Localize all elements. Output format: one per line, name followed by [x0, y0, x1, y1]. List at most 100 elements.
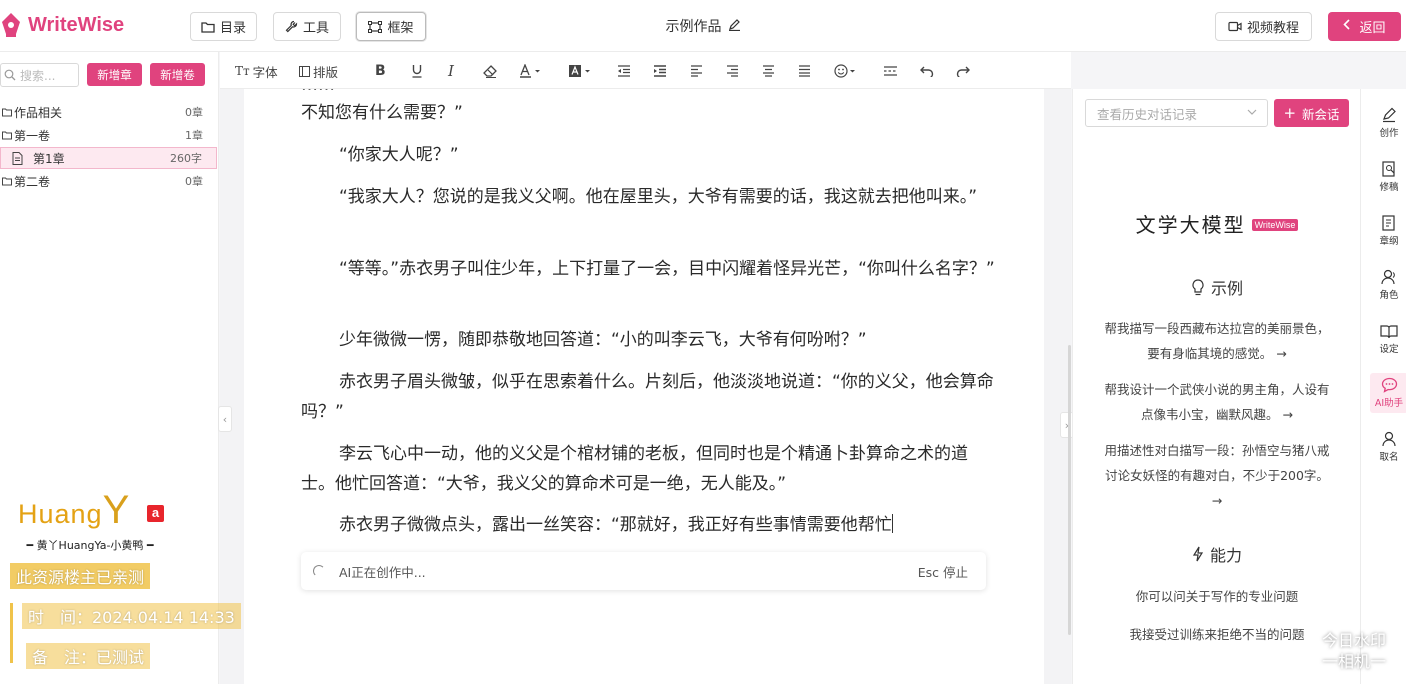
- editor-paragraph[interactable]: “你家大人呢？”: [301, 140, 1001, 170]
- editor-paragraph[interactable]: 少年微微一愣，随即恭敬地回答道：“小的叫李云飞，大爷有何吩咐？”: [301, 325, 1001, 355]
- underline-icon[interactable]: [411, 61, 423, 81]
- frame-label: 框架: [387, 21, 414, 36]
- undo-icon[interactable]: [920, 61, 934, 81]
- lightning-icon: [1192, 546, 1204, 562]
- editor-paragraph-last[interactable]: 赤衣男子微微点头，露出一丝笑容：“那就好，我正好有些事情需要他帮忙: [301, 510, 1001, 540]
- new-volume-button[interactable]: 新增卷: [150, 63, 205, 86]
- editor-paragraph[interactable]: “我家大人？您说的是我义父啊。他在屋里头，大爷有需要的话，我这就去把他叫来。”: [301, 182, 1001, 212]
- example-text: 帮我描写一段西藏布达拉宫的美丽景色，要有身临其境的感觉。: [1104, 321, 1330, 361]
- editor-page[interactable]: …… 不知您有什么需要？” “你家大人呢？” “我家大人？您说的是我义父啊。他在…: [244, 89, 1044, 684]
- search-placeholder: 搜索...: [20, 68, 56, 83]
- rail-label: 章纲: [1379, 236, 1399, 247]
- app-logo[interactable]: WriteWise: [0, 12, 124, 38]
- rail-item-outline[interactable]: 章纲: [1370, 211, 1406, 251]
- history-select[interactable]: 查看历史对话记录: [1085, 99, 1268, 127]
- watermark-corner-line1: 今日水印: [1321, 631, 1386, 650]
- rail-label: 取名: [1379, 452, 1399, 463]
- editor-paragraph[interactable]: “等等。”赤衣男子叫住少年，上下打量了一会，目中闪耀着怪异光芒，“你叫什么名字？…: [301, 254, 1001, 284]
- new-chat-button[interactable]: + 新会话: [1274, 99, 1349, 127]
- font-color-icon[interactable]: [519, 61, 541, 81]
- catalog-button[interactable]: 目录: [190, 12, 257, 41]
- rail-item-revise[interactable]: 修稿: [1370, 157, 1406, 197]
- example-prompt[interactable]: 用描述性对白描写一段：孙悟空与猪八戒讨论女妖怪的有趣对白，不少于200字。 →: [1099, 438, 1335, 513]
- search-icon: [4, 69, 16, 81]
- watermark-logo-sub-text: 黄丫HuangYa-小黄鸭: [36, 539, 144, 552]
- tree-item-label: 作品相关: [14, 105, 63, 120]
- tree-item-chapter-1[interactable]: 第1章 260字: [0, 147, 217, 169]
- character-icon: [1381, 269, 1395, 285]
- folder-open-icon: [0, 130, 14, 140]
- watermark-corner-line2: 一相机一: [1321, 652, 1386, 671]
- model-title: 文学大模型 WriteWise: [1073, 209, 1361, 238]
- ability-item: 你可以问关于写作的专业问题: [1135, 589, 1299, 604]
- history-placeholder: 查看历史对话记录: [1097, 106, 1198, 122]
- pen-nib-logo-icon: [0, 12, 22, 38]
- layout-label: 排版: [313, 64, 339, 80]
- edit-pencil-icon[interactable]: [728, 18, 741, 35]
- video-tutorial-label: 视频教程: [1246, 21, 1299, 36]
- emoji-icon[interactable]: [834, 61, 856, 81]
- frame-icon: [368, 20, 383, 33]
- format-toolbar: Tт 字体 排版 B I: [220, 52, 1071, 89]
- app-name: WriteWise: [28, 13, 125, 36]
- new-chat-label: 新会话: [1302, 106, 1340, 122]
- outline-icon: [1382, 215, 1395, 231]
- editor-paragraph[interactable]: 赤衣男子眉头微皱，似乎在思索着什么。片刻后，他淡淡地说道：“你的义父，他会算命吗…: [301, 367, 1001, 427]
- redo-icon[interactable]: [956, 61, 970, 81]
- document-title-text: 示例作品: [665, 19, 722, 35]
- example-prompt[interactable]: 帮我设计一个武侠小说的男主角，人设有点像韦小宝，幽默风趣。 →: [1099, 377, 1335, 427]
- rail-label: AI助手: [1374, 398, 1404, 409]
- align-center-icon[interactable]: [762, 61, 775, 81]
- rail-item-naming[interactable]: 取名: [1370, 427, 1406, 467]
- tree-item-works-related[interactable]: 作品相关 0章: [0, 101, 217, 123]
- indent-icon[interactable]: [653, 61, 667, 81]
- watermark-logo-y: Y: [102, 488, 131, 532]
- layout-button[interactable]: 排版: [299, 61, 338, 81]
- video-icon: [1228, 21, 1242, 32]
- editor-scrollbar[interactable]: [1068, 345, 1071, 635]
- ai-stop-hint[interactable]: Esc 停止: [918, 562, 968, 581]
- layout-icon: [299, 65, 310, 77]
- tree-item-count: 0章: [185, 175, 203, 188]
- outdent-icon[interactable]: [617, 61, 631, 81]
- rail-item-settings[interactable]: 设定: [1370, 319, 1406, 359]
- tree-item-count: 0章: [185, 106, 203, 119]
- chapter-sidebar: 搜索... 新增章 新增卷 作品相关 0章 第一卷 1章 第1章 260字 第二…: [0, 52, 219, 684]
- example-prompt[interactable]: 帮我描写一段西藏布达拉宫的美丽景色，要有身临其境的感觉。 →: [1099, 316, 1335, 366]
- tree-item-volume-2[interactable]: 第二卷 0章: [0, 170, 217, 192]
- video-tutorial-button[interactable]: 视频教程: [1215, 12, 1312, 41]
- lightbulb-icon: [1192, 278, 1204, 295]
- arrow-right-icon: →: [1282, 407, 1293, 422]
- tools-button[interactable]: 工具: [273, 12, 341, 41]
- search-input[interactable]: 搜索...: [0, 63, 79, 87]
- plus-icon: +: [1283, 103, 1297, 122]
- italic-icon[interactable]: I: [448, 61, 454, 81]
- rail-item-create[interactable]: 创作: [1370, 103, 1406, 143]
- tree-item-count: 260字: [170, 152, 202, 165]
- tree-item-volume-1[interactable]: 第一卷 1章: [0, 124, 217, 146]
- editor-paragraph[interactable]: 不知您有什么需要？”: [301, 98, 1001, 128]
- frame-button[interactable]: 框架: [356, 12, 426, 41]
- eraser-icon[interactable]: [483, 61, 497, 81]
- collapse-sidebar-chevron-icon[interactable]: ‹: [218, 406, 232, 432]
- align-right-icon[interactable]: [726, 61, 739, 81]
- rail-label: 设定: [1379, 343, 1399, 355]
- top-bar: WriteWise 目录 工具 框架 示例作品 视频教程 返回: [0, 0, 1406, 52]
- bold-icon[interactable]: B: [375, 61, 386, 81]
- justify-icon[interactable]: [798, 61, 811, 81]
- back-button[interactable]: 返回: [1328, 12, 1401, 41]
- watermark-camera-stamp: 今日水印 一相机一: [1314, 630, 1394, 672]
- folder-icon: [201, 21, 215, 33]
- divider-icon[interactable]: [883, 61, 898, 81]
- rail-item-ai-assistant[interactable]: AI助手: [1370, 373, 1406, 413]
- tools-label: 工具: [302, 21, 329, 36]
- example-text: 用描述性对白描写一段：孙悟空与猪八戒讨论女妖怪的有趣对白，不少于200字。: [1104, 443, 1330, 483]
- rail-item-character[interactable]: 角色: [1370, 265, 1406, 305]
- editor-paragraph[interactable]: 李云飞心中一动，他的义父是个棺材铺的老板，但同时也是个精通卜卦算命之术的道士。他…: [301, 439, 1001, 499]
- new-chapter-button[interactable]: 新增章: [87, 63, 142, 86]
- watermark-logo-subtitle: ━ 黄丫HuangYa-小黄鸭 ━: [26, 539, 154, 552]
- align-left-icon[interactable]: [690, 61, 703, 81]
- highlight-icon[interactable]: [568, 61, 592, 81]
- font-button[interactable]: Tт 字体: [235, 61, 278, 81]
- font-icon: Tт: [235, 64, 250, 78]
